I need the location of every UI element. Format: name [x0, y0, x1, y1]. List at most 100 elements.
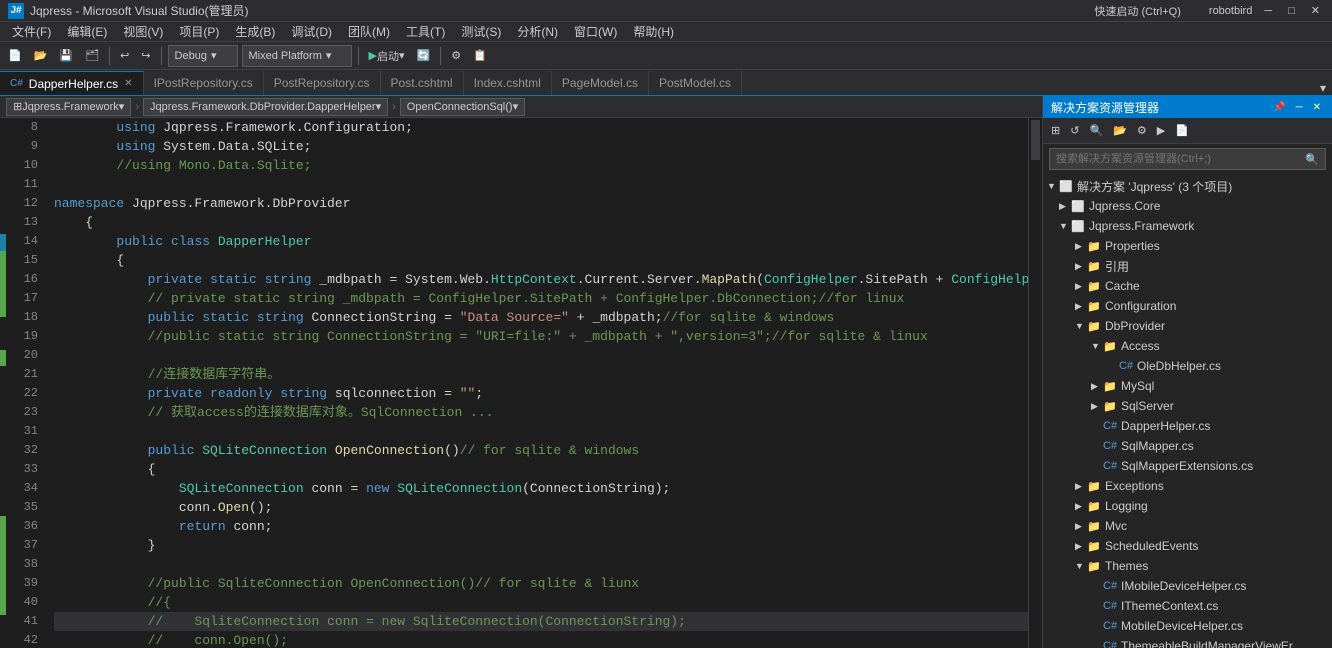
tab-dapperhelper[interactable]: C# DapperHelper.cs ✕ — [0, 71, 144, 95]
tab-post-cshtml[interactable]: Post.cshtml — [381, 71, 464, 95]
save-all-button[interactable]: 🗂 — [81, 45, 103, 67]
code-line-39: //public SqliteConnection OpenConnection… — [54, 574, 1028, 593]
path-separator-1: › — [135, 101, 139, 113]
se-toolbar-btn-3[interactable]: 🔍 — [1085, 120, 1107, 142]
se-mysql-item[interactable]: ▶ 📁 MySql — [1043, 376, 1332, 396]
menu-tools[interactable]: 工具(T) — [398, 21, 453, 42]
tab-close-dapperhelper[interactable]: ✕ — [124, 78, 132, 89]
solution-explorer-search[interactable]: 🔍 — [1049, 148, 1326, 170]
redo-button[interactable]: ↪ — [137, 45, 154, 67]
se-properties-item[interactable]: ▶ 📁 Properties — [1043, 236, 1332, 256]
mvc-folder-icon: 📁 — [1087, 520, 1101, 533]
se-toolbar-btn-5[interactable]: ⚙ — [1133, 120, 1151, 142]
logging-folder-icon: 📁 — [1087, 500, 1101, 513]
se-toolbar-btn-1[interactable]: ⊞ — [1047, 120, 1064, 142]
code-content[interactable]: using Jqpress.Framework.Configuration; u… — [46, 118, 1028, 648]
maximize-button[interactable]: □ — [1284, 5, 1299, 17]
se-imobiledevicehelper-item[interactable]: ▶ C# IMobileDeviceHelper.cs — [1043, 576, 1332, 596]
menu-view[interactable]: 视图(V) — [115, 21, 171, 42]
se-oledbhelper-item[interactable]: ▶ C# OleDbHelper.cs — [1043, 356, 1332, 376]
code-editor[interactable]: 891011 12131415 16171819 20212223 313233… — [0, 118, 1042, 648]
se-sqlserver-item[interactable]: ▶ 📁 SqlServer — [1043, 396, 1332, 416]
tools-button-2[interactable]: 📋 — [469, 45, 491, 67]
se-toolbar-btn-2[interactable]: ↺ — [1066, 120, 1083, 142]
se-toolbar-btn-4[interactable]: 📂 — [1109, 120, 1131, 142]
se-exceptions-item[interactable]: ▶ 📁 Exceptions — [1043, 476, 1332, 496]
se-solution-item[interactable]: ▼ ⬜ 解决方案 'Jqpress' (3 个项目) — [1043, 176, 1332, 196]
se-sqlmapperext-item[interactable]: ▶ C# SqlMapperExtensions.cs — [1043, 456, 1332, 476]
se-mobiledevicehelper-item[interactable]: ▶ C# MobileDeviceHelper.cs — [1043, 616, 1332, 636]
chevron-down-icon-4: ▼ — [1091, 341, 1101, 351]
menu-edit[interactable]: 编辑(E) — [59, 21, 115, 42]
debug-config-dropdown[interactable]: Debug ▾ — [168, 45, 238, 67]
menu-build[interactable]: 生成(B) — [227, 21, 283, 42]
menu-debug[interactable]: 调试(D) — [283, 21, 340, 42]
tab-label-index-cshtml: Index.cshtml — [474, 76, 541, 90]
class-dropdown[interactable]: Jqpress.Framework.DbProvider.DapperHelpe… — [143, 98, 388, 116]
se-toolbar-btn-7[interactable]: 📄 — [1171, 120, 1193, 142]
se-cache-item[interactable]: ▶ 📁 Cache — [1043, 276, 1332, 296]
scrollbar-thumb[interactable] — [1031, 120, 1040, 160]
tab-label-pagemodel: PageModel.cs — [562, 76, 638, 90]
project-dropdown-label: Jqpress.Framework — [22, 101, 119, 113]
solution-explorer: 解决方案资源管理器 📌 ─ ✕ ⊞ ↺ 🔍 📂 ⚙ ▶ 📄 🔍 ▼ ⬜ 解决方案 — [1042, 96, 1332, 648]
tab-postmodel[interactable]: PostModel.cs — [649, 71, 742, 95]
se-configuration-item[interactable]: ▶ 📁 Configuration — [1043, 296, 1332, 316]
se-scheduledevents-item[interactable]: ▶ 📁 ScheduledEvents — [1043, 536, 1332, 556]
menu-help[interactable]: 帮助(H) — [625, 21, 682, 42]
se-properties-label: Properties — [1105, 239, 1160, 253]
tab-postrepository[interactable]: PostRepository.cs — [264, 71, 381, 95]
open-button[interactable]: 📂 — [30, 45, 52, 67]
se-search-input[interactable] — [1056, 153, 1305, 165]
tab-label-postmodel: PostModel.cs — [659, 76, 731, 90]
code-line-19: //public static string ConnectionString … — [54, 327, 1028, 346]
new-project-button[interactable]: 📄 — [4, 45, 26, 67]
editor-scrollbar[interactable] — [1028, 118, 1042, 648]
menu-project[interactable]: 项目(P) — [171, 21, 227, 42]
tab-pagemodel[interactable]: PageModel.cs — [552, 71, 649, 95]
search-box[interactable]: 快速启动 (Ctrl+Q) — [1094, 3, 1180, 19]
code-line-34: SQLiteConnection conn = new SQLiteConnec… — [54, 479, 1028, 498]
save-button[interactable]: 💾 — [55, 45, 77, 67]
se-ithemecontext-item[interactable]: ▶ C# IThemeContext.cs — [1043, 596, 1332, 616]
se-close-button[interactable]: ✕ — [1310, 102, 1324, 113]
menu-analyze[interactable]: 分析(N) — [509, 21, 566, 42]
se-sqlmapper-item[interactable]: ▶ C# SqlMapper.cs — [1043, 436, 1332, 456]
sqlserver-folder-icon: 📁 — [1103, 400, 1117, 413]
se-pin-button[interactable]: 📌 — [1270, 102, 1288, 113]
menu-test[interactable]: 测试(S) — [453, 21, 509, 42]
title-bar: J# Jqpress - Microsoft Visual Studio(管理员… — [0, 0, 1332, 22]
se-mvc-item[interactable]: ▶ 📁 Mvc — [1043, 516, 1332, 536]
minimize-button[interactable]: ─ — [1260, 5, 1276, 17]
se-themes-item[interactable]: ▼ 📁 Themes — [1043, 556, 1332, 576]
menu-window[interactable]: 窗口(W) — [566, 21, 625, 42]
se-dapperhelper-file-item[interactable]: ▶ C# DapperHelper.cs — [1043, 416, 1332, 436]
se-dbprovider-item[interactable]: ▼ 📁 DbProvider — [1043, 316, 1332, 336]
debug-config-label: Debug — [175, 50, 207, 62]
code-line-35: conn.Open(); — [54, 498, 1028, 517]
undo-button[interactable]: ↩ — [116, 45, 133, 67]
tab-overflow-button[interactable]: ▾ — [1314, 81, 1332, 95]
tab-ipostrepository[interactable]: IPostRepository.cs — [144, 71, 264, 95]
close-button[interactable]: ✕ — [1307, 4, 1324, 17]
se-references-item[interactable]: ▶ 📁 引用 — [1043, 256, 1332, 276]
project-icon-2: ⬜ — [1071, 220, 1085, 233]
menu-team[interactable]: 团队(M) — [340, 21, 398, 42]
se-access-item[interactable]: ▼ 📁 Access — [1043, 336, 1332, 356]
se-themeablebuildmanager-item[interactable]: ▶ C# ThemeableBuildManagerViewEr... — [1043, 636, 1332, 648]
se-toolbar-btn-6[interactable]: ▶ — [1153, 120, 1169, 142]
start-button[interactable]: ▶ 启动 ▾ — [365, 45, 409, 67]
code-line-13: { — [54, 213, 1028, 232]
platform-dropdown[interactable]: Mixed Platform ▾ — [242, 45, 352, 67]
se-minimize-button[interactable]: ─ — [1293, 102, 1306, 113]
code-line-38 — [54, 555, 1028, 574]
refresh-button[interactable]: 🔄 — [413, 45, 435, 67]
se-jqpress-framework-item[interactable]: ▼ ⬜ Jqpress.Framework — [1043, 216, 1332, 236]
menu-file[interactable]: 文件(F) — [4, 21, 59, 42]
method-dropdown[interactable]: OpenConnectionSql() ▾ — [400, 98, 525, 116]
project-dropdown[interactable]: ⊞ Jqpress.Framework ▾ — [6, 98, 131, 116]
tab-index-cshtml[interactable]: Index.cshtml — [464, 71, 552, 95]
se-logging-item[interactable]: ▶ 📁 Logging — [1043, 496, 1332, 516]
se-jqpress-core-item[interactable]: ▶ ⬜ Jqpress.Core — [1043, 196, 1332, 216]
tools-button-1[interactable]: ⚙ — [447, 45, 465, 67]
